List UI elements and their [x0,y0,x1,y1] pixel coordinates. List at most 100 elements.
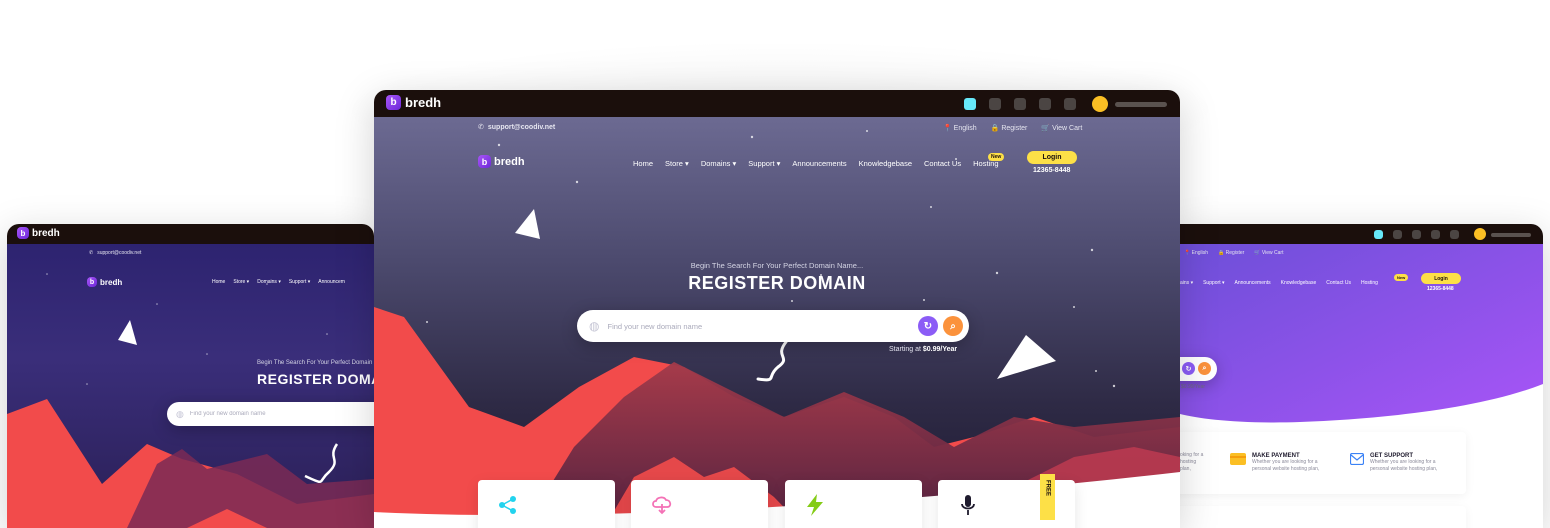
right-bottom-card [1180,506,1466,528]
right-hero: 📍 English 🔒 Register 🛒 View Cart ains ▾ … [1180,244,1543,528]
feature-card[interactable] [785,480,922,528]
nav-domains[interactable]: Domains ▾ [701,159,736,168]
nav-support[interactable]: Support ▾ [748,159,780,168]
free-ribbon: FREE [1040,474,1055,520]
share-icon [499,496,516,514]
tab-square-icon[interactable] [1412,230,1421,239]
left-domain-search-input[interactable] [189,411,370,417]
nav-home[interactable]: Home [633,159,653,168]
avatar[interactable] [1474,228,1486,240]
tab-square-icon[interactable] [1393,230,1402,239]
credit-card-icon [1230,453,1246,465]
main-nav: Home Store ▾ Domains ▾ Support ▾ Announc… [633,159,999,168]
envelope-icon [1350,453,1364,465]
partial-feature-text: oking for a hosting plan, [1180,452,1204,472]
tab-square-icon[interactable] [1431,230,1440,239]
right-domain-search[interactable]: ↻ ⌕ [1180,357,1217,381]
feature-get-support: GET SUPPORT Whether you are looking for … [1350,453,1448,473]
right-titlebar-icons [1374,230,1459,239]
brand-logo-icon: b [386,95,401,110]
brand-logo-icon: b [87,277,97,287]
login-button[interactable]: Login [1421,273,1461,284]
user-name-placeholder [1115,102,1167,107]
right-main-nav: ains ▾ Support ▾ Announcements Knowledge… [1180,280,1378,286]
new-badge: New [988,153,1005,161]
brand-logo-icon: b [17,227,29,239]
right-starting-price: $0.99/Year [1181,384,1206,390]
feature-card[interactable]: FREE [938,474,1075,528]
nav-support[interactable]: Support ▾ [1203,280,1224,286]
nav-contact-us[interactable]: Contact Us [1326,280,1351,286]
nav-contact-us[interactable]: Contact Us [924,159,961,168]
search-icon[interactable]: ⌕ [1198,362,1211,375]
feature-text: Whether you are looking for a personal w… [1370,459,1438,472]
titlebar-icons [964,98,1076,110]
nav-store[interactable]: Store ▾ [665,159,689,168]
left-browser-window: b bredh ✆ support@coodiv.net b bredh Hom… [7,224,374,528]
nav-support[interactable]: Support ▾ [289,279,310,285]
nav-knowledgebase[interactable]: Knowledgebase [1281,280,1317,286]
left-support-email[interactable]: ✆ support@coodiv.net [89,250,141,256]
nav-domains[interactable]: Domains ▾ [257,279,281,285]
tab-square-icon[interactable] [1064,98,1076,110]
microphone-icon [961,495,975,515]
titlebar-logo[interactable]: b bredh [386,95,441,110]
user-name-placeholder [1491,233,1531,237]
nav-knowledgebase[interactable]: Knowledgebase [859,159,912,168]
tab-square-icon[interactable] [964,98,976,110]
feature-card[interactable] [631,480,768,528]
brand-logo-icon: b [478,155,491,168]
lightning-icon [807,494,823,516]
right-features-card: oking for a hosting plan, MAKE PAYMENT W… [1180,432,1466,494]
phone-number: 12365-8448 [1427,286,1454,292]
right-titlebar [1180,224,1543,244]
reset-icon[interactable]: ↻ [1182,362,1195,375]
nav-domains[interactable]: ains ▾ [1180,280,1193,286]
search-icon[interactable]: ⌕ [943,316,963,336]
left-site-logo[interactable]: b bredh [87,277,122,287]
tab-square-icon[interactable] [1450,230,1459,239]
brand-name: bredh [405,95,442,110]
reset-icon[interactable]: ↻ [918,316,938,336]
showcase-stage: b bredh ✆ support@coodiv.net b bredh Hom… [0,0,1550,528]
support-email[interactable]: ✆ support@coodiv.net [478,123,555,132]
globe-icon: ◍ [589,319,600,333]
hero-title: REGISTER DOMAIN [688,273,866,293]
register-link[interactable]: 🔒 Register [1218,250,1244,256]
nav-announcements[interactable]: Announcements [792,159,846,168]
left-titlebar-logo[interactable]: b bredh [17,227,60,239]
login-button[interactable]: Login [1027,151,1077,164]
nav-announcements[interactable]: Announcements [1235,280,1271,286]
feature-make-payment: MAKE PAYMENT Whether you are looking for… [1230,453,1330,473]
domain-search-input[interactable] [607,321,908,331]
feature-card[interactable] [478,480,615,528]
cloud-upload-icon [652,496,672,515]
main-titlebar: b bredh [374,90,1180,117]
domain-search[interactable]: ◍ ↻ ⌕ [577,310,969,342]
nav-announcements[interactable]: Announcem [318,279,345,285]
phone-number: 12365-8448 [1033,167,1071,174]
feature-text: Whether you are looking for a personal w… [1252,459,1320,472]
language-link[interactable]: 📍 English [943,124,977,132]
left-titlebar: b bredh [7,224,374,244]
nav-hosting[interactable]: Hosting [1361,280,1378,286]
view-cart-link[interactable]: 🛒 View Cart [1041,124,1082,132]
top-links: 📍 English 🔒 Register 🛒 View Cart [943,124,1082,132]
tab-square-icon[interactable] [989,98,1001,110]
language-link[interactable]: 📍 English [1184,250,1208,256]
site-logo[interactable]: b bredh [478,155,525,168]
tab-square-icon[interactable] [1039,98,1051,110]
right-browser-window: 📍 English 🔒 Register 🛒 View Cart ains ▾ … [1180,224,1543,528]
tab-square-icon[interactable] [1374,230,1383,239]
tab-square-icon[interactable] [1014,98,1026,110]
left-hero-subtitle: Begin The Search For Your Perfect Domain [257,360,373,366]
register-link[interactable]: 🔒 Register [991,124,1028,132]
avatar[interactable] [1092,96,1108,112]
nav-store[interactable]: Store ▾ [233,279,249,285]
view-cart-link[interactable]: 🛒 View Cart [1254,250,1283,256]
nav-home[interactable]: Home [212,279,225,285]
left-domain-search[interactable]: ◍ [167,402,374,426]
headset-icon: ✆ [478,124,484,131]
left-hero: ✆ support@coodiv.net b bredh Home Store … [7,244,374,528]
right-top-links: 📍 English 🔒 Register 🛒 View Cart [1184,250,1284,256]
